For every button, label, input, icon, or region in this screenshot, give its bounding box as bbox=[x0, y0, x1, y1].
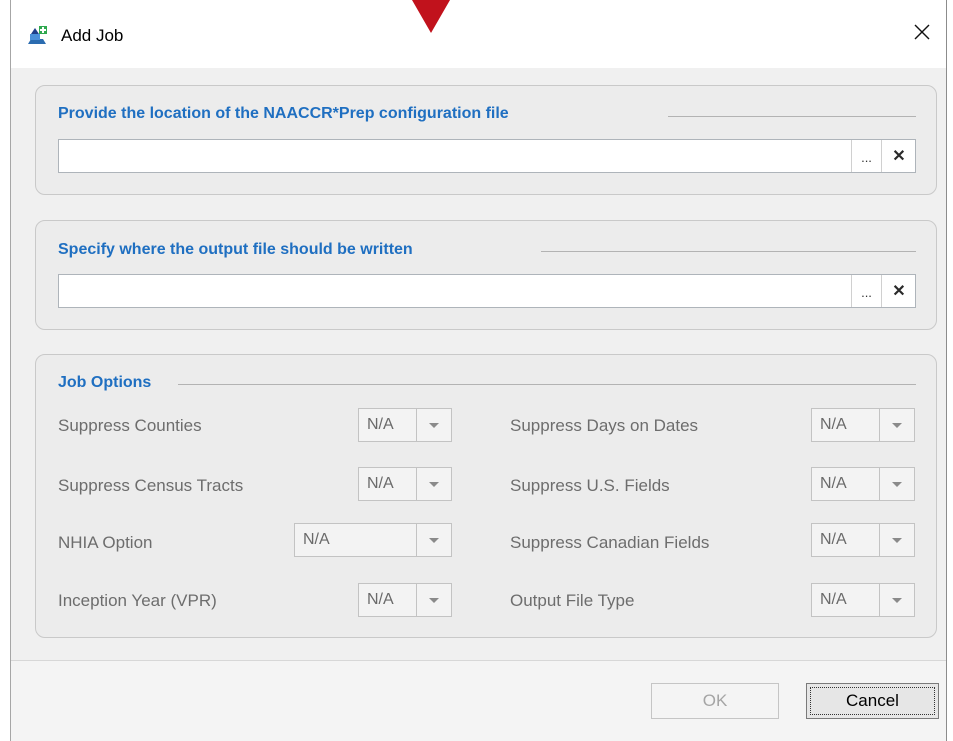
config-file-field: ... ✕ bbox=[58, 139, 916, 173]
clear-icon: ✕ bbox=[892, 148, 906, 165]
chevron-down-icon bbox=[416, 524, 451, 556]
suppress-canadian-fields-select[interactable]: N/A bbox=[811, 523, 915, 557]
config-file-input[interactable] bbox=[59, 140, 851, 172]
nhia-option-select[interactable]: N/A bbox=[294, 523, 452, 557]
title-bar: Add Job bbox=[11, 0, 946, 68]
pointer-arrow-marker bbox=[412, 0, 450, 33]
select-value: N/A bbox=[820, 591, 847, 608]
dialog-title: Add Job bbox=[61, 26, 124, 45]
chevron-down-icon bbox=[879, 524, 914, 556]
suppress-counties-select[interactable]: N/A bbox=[358, 408, 452, 442]
select-value: N/A bbox=[367, 475, 394, 492]
suppress-us-fields-label: Suppress U.S. Fields bbox=[510, 476, 670, 495]
cancel-button[interactable]: Cancel bbox=[806, 683, 939, 719]
clear-icon: ✕ bbox=[892, 283, 906, 300]
focus-ring bbox=[810, 687, 935, 715]
output-file-group: Specify where the output file should be … bbox=[35, 220, 937, 330]
select-value: N/A bbox=[820, 531, 847, 548]
config-browse-button[interactable]: ... bbox=[851, 140, 881, 172]
suppress-counties-label: Suppress Counties bbox=[58, 416, 202, 435]
config-file-title: Provide the location of the NAACCR*Prep … bbox=[58, 105, 509, 122]
suppress-census-tracts-select[interactable]: N/A bbox=[358, 467, 452, 501]
chevron-down-icon bbox=[879, 468, 914, 500]
ok-button[interactable]: OK bbox=[651, 683, 779, 719]
add-job-icon bbox=[26, 24, 48, 46]
select-value: N/A bbox=[367, 591, 394, 608]
suppress-us-fields-select[interactable]: N/A bbox=[811, 467, 915, 501]
close-button[interactable] bbox=[902, 16, 942, 52]
group-divider bbox=[541, 251, 916, 252]
suppress-census-tracts-label: Suppress Census Tracts bbox=[58, 476, 244, 495]
job-options-group: Job Options Suppress Counties N/A Suppre… bbox=[35, 354, 937, 638]
select-value: N/A bbox=[303, 531, 330, 548]
select-value: N/A bbox=[820, 416, 847, 433]
config-clear-button[interactable]: ✕ bbox=[881, 140, 916, 172]
chevron-down-icon bbox=[416, 468, 451, 500]
chevron-down-icon bbox=[416, 584, 451, 616]
dialog-footer: OK Cancel bbox=[11, 661, 946, 741]
output-file-field: ... ✕ bbox=[58, 274, 916, 308]
config-file-group: Provide the location of the NAACCR*Prep … bbox=[35, 85, 937, 195]
add-job-dialog: Add Job Provide the location of the NAAC… bbox=[11, 0, 946, 741]
output-browse-button[interactable]: ... bbox=[851, 275, 881, 307]
output-file-title: Specify where the output file should be … bbox=[58, 241, 413, 258]
group-divider bbox=[178, 384, 916, 385]
nhia-option-label: NHIA Option bbox=[58, 533, 153, 552]
output-file-input[interactable] bbox=[59, 275, 851, 307]
suppress-days-on-dates-select[interactable]: N/A bbox=[811, 408, 915, 442]
output-file-type-select[interactable]: N/A bbox=[811, 583, 915, 617]
chevron-down-icon bbox=[879, 409, 914, 441]
output-file-type-label: Output File Type bbox=[510, 591, 635, 610]
chevron-down-icon bbox=[879, 584, 914, 616]
select-value: N/A bbox=[367, 416, 394, 433]
suppress-canadian-fields-label: Suppress Canadian Fields bbox=[510, 533, 710, 552]
output-clear-button[interactable]: ✕ bbox=[881, 275, 916, 307]
suppress-days-on-dates-label: Suppress Days on Dates bbox=[510, 416, 699, 435]
chevron-down-icon bbox=[416, 409, 451, 441]
inception-year-select[interactable]: N/A bbox=[358, 583, 452, 617]
job-options-title: Job Options bbox=[58, 374, 152, 391]
background-window-edge-right bbox=[946, 0, 953, 741]
close-icon bbox=[914, 24, 930, 45]
inception-year-label: Inception Year (VPR) bbox=[58, 591, 217, 610]
background-window-edge bbox=[0, 0, 11, 741]
group-divider bbox=[668, 116, 916, 117]
select-value: N/A bbox=[820, 475, 847, 492]
